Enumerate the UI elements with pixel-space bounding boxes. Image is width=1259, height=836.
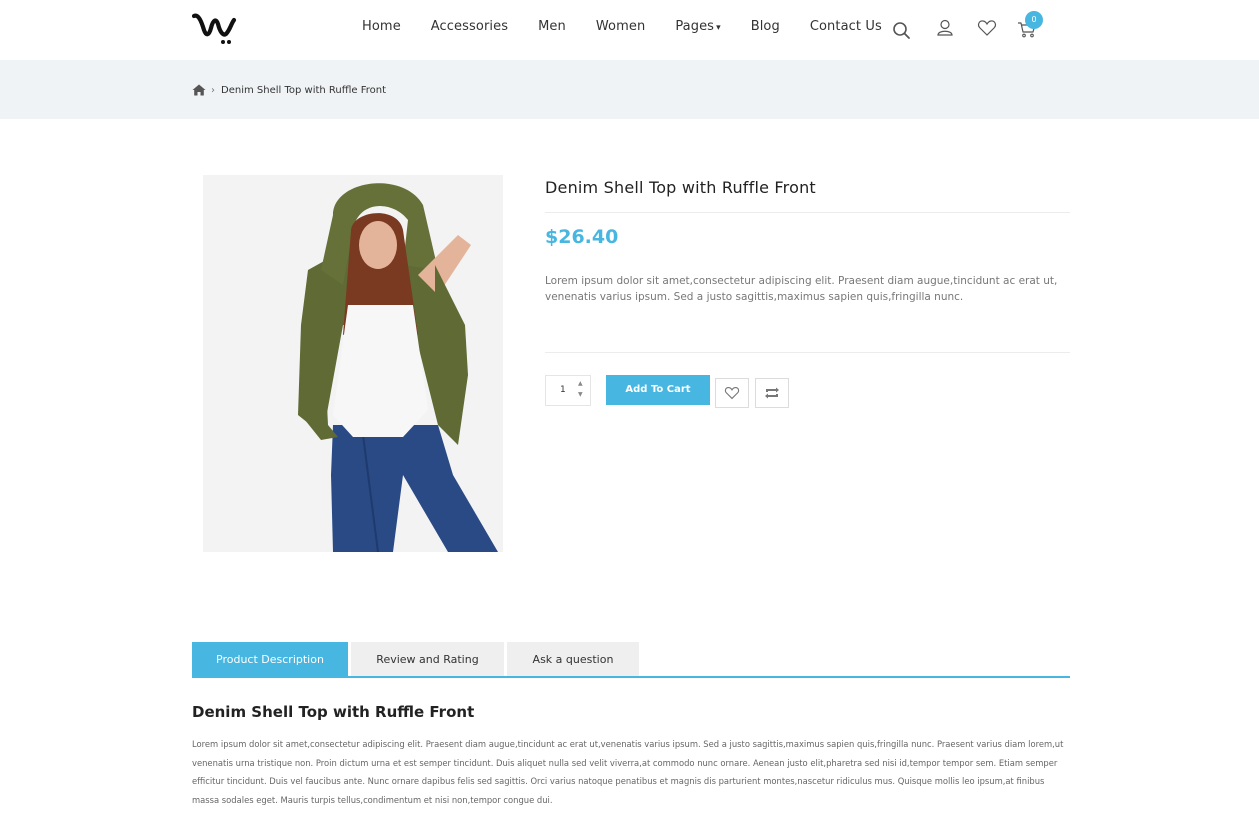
breadcrumb: › Denim Shell Top with Ruffle Front	[192, 84, 386, 96]
breadcrumb-band: › Denim Shell Top with Ruffle Front	[0, 60, 1259, 119]
quantity-value[interactable]: 1	[560, 385, 566, 395]
description-body: Lorem ipsum dolor sit amet,consectetur a…	[192, 739, 1064, 805]
description-title: Denim Shell Top with Ruffle Front	[192, 703, 475, 721]
nav-blog[interactable]: Blog	[751, 19, 780, 34]
breadcrumb-current: Denim Shell Top with Ruffle Front	[221, 84, 387, 96]
tab-ask-a-question[interactable]: Ask a question	[507, 642, 639, 677]
add-to-wishlist-button[interactable]	[715, 378, 749, 408]
quantity-stepper[interactable]: 1 ▲ ▼	[545, 375, 591, 406]
chevron-up-icon[interactable]: ▲	[578, 380, 583, 387]
product-image[interactable]	[203, 175, 503, 552]
divider	[545, 212, 1070, 213]
search-icon[interactable]	[892, 21, 912, 41]
product-title: Denim Shell Top with Ruffle Front	[545, 178, 816, 197]
nav-pages-dropdown[interactable]: Pages	[675, 19, 720, 34]
product-tabs: Product Description Review and Rating As…	[192, 642, 642, 677]
cart-count-badge: 0	[1025, 11, 1043, 29]
nav-women[interactable]: Women	[596, 19, 645, 34]
add-to-cart-button[interactable]: Add To Cart	[606, 375, 710, 405]
nav-home[interactable]: Home	[362, 19, 401, 34]
tab-product-description[interactable]: Product Description	[192, 642, 348, 677]
site-header: Home Accessories Men Women Pages Blog Co…	[0, 0, 1259, 60]
chevron-down-icon[interactable]: ▼	[578, 391, 583, 398]
compare-button[interactable]	[755, 378, 789, 408]
tab-underline	[192, 676, 1070, 678]
tab-review-and-rating[interactable]: Review and Rating	[351, 642, 504, 677]
heart-icon[interactable]	[977, 18, 997, 38]
nav-accessories[interactable]: Accessories	[431, 19, 508, 34]
compare-icon	[765, 387, 779, 399]
user-icon[interactable]	[935, 18, 955, 38]
heart-outline-icon	[724, 387, 740, 400]
product-short-description: Lorem ipsum dolor sit amet,consectetur a…	[545, 275, 1058, 303]
home-icon[interactable]	[192, 84, 206, 96]
main-nav: Home Accessories Men Women Pages Blog Co…	[362, 19, 912, 34]
nav-contact-us[interactable]: Contact Us	[810, 19, 882, 34]
divider	[545, 352, 1070, 353]
nav-men[interactable]: Men	[538, 19, 566, 34]
product-price: $26.40	[545, 226, 619, 248]
brand-logo[interactable]	[192, 10, 238, 46]
chevron-right-icon: ›	[211, 84, 215, 96]
